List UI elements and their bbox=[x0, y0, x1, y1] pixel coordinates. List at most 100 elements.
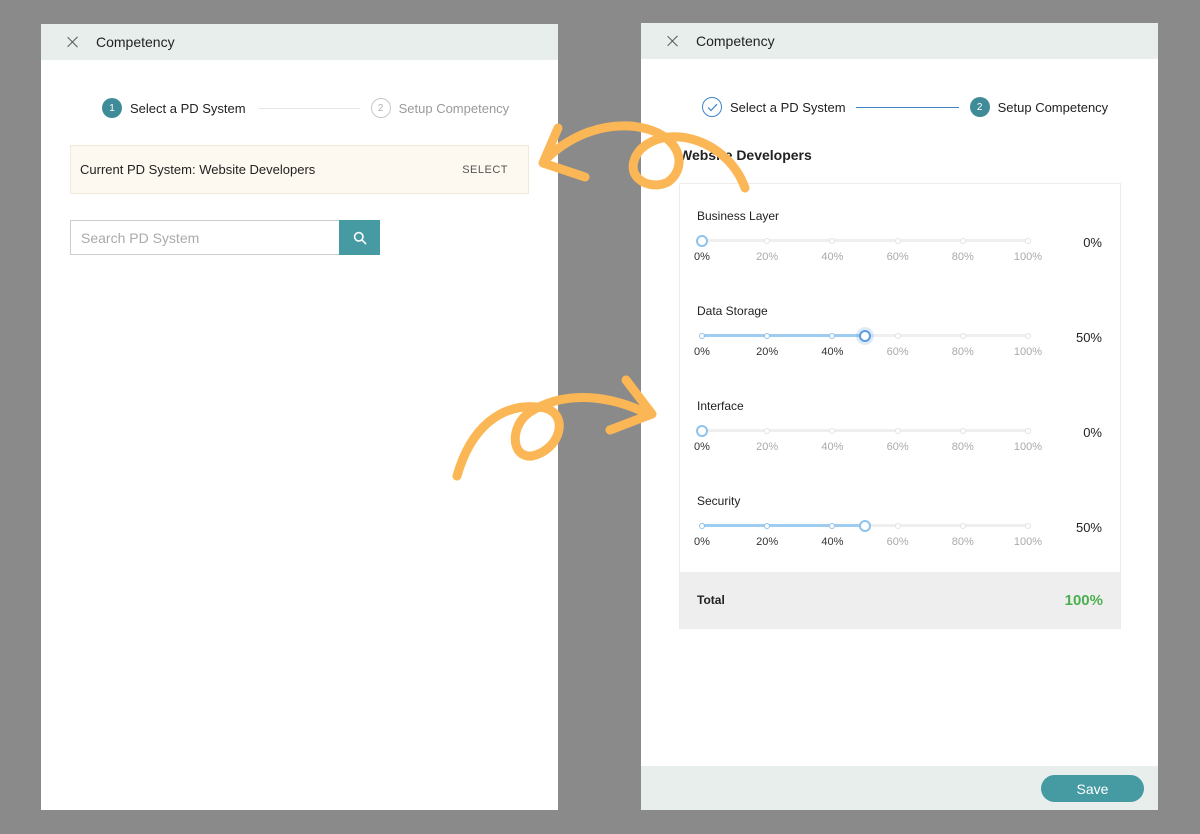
step-label: Select a PD System bbox=[730, 99, 846, 115]
slider-mark-dot bbox=[764, 237, 771, 244]
slider-track bbox=[702, 334, 865, 337]
search-bar bbox=[70, 220, 380, 255]
save-button[interactable]: Save bbox=[1041, 775, 1144, 802]
slider-tick-label: 100% bbox=[1013, 251, 1043, 263]
slider-mark-dot bbox=[764, 427, 771, 434]
total-label: Total bbox=[697, 593, 725, 607]
slider-tick-label: 20% bbox=[756, 346, 779, 358]
slider-track bbox=[702, 524, 865, 527]
step-setup-competency[interactable]: 2 Setup Competency bbox=[370, 98, 510, 118]
competency-slider[interactable]: 0% 20% 40% 60% 80% 100% bbox=[694, 425, 1042, 453]
competency-slider[interactable]: 0% 20% 40% 60% 80% 100% bbox=[694, 520, 1042, 548]
step-circle bbox=[702, 97, 722, 117]
slider-mark-dot bbox=[1025, 522, 1031, 529]
stepper: Select a PD System 2 Setup Competency bbox=[702, 97, 1108, 117]
competency-slider[interactable]: 0% 20% 40% 60% 80% 100% bbox=[694, 235, 1042, 263]
left-panel: Competency 1 Select a PD System 2 Setup … bbox=[41, 24, 558, 810]
competency-card: Business Layer 0% 20% 40% 60% 80% 100% 0% Data S… bbox=[679, 183, 1121, 629]
slider-tick-label: 40% bbox=[821, 251, 844, 263]
search-input[interactable] bbox=[70, 220, 339, 255]
slider-handle[interactable] bbox=[859, 520, 871, 532]
competency-row: Data Storage 0% 20% 40% 60% 80% 100% 50% bbox=[680, 279, 1120, 374]
slider-mark-dot bbox=[829, 332, 836, 339]
step-number: 2 bbox=[969, 97, 990, 117]
slider-mark-dot bbox=[699, 522, 705, 529]
slider-tick-label: 40% bbox=[821, 346, 844, 358]
competency-value: 0% bbox=[1083, 235, 1102, 250]
slider-tick-label: 20% bbox=[756, 441, 779, 453]
stepper: 1 Select a PD System 2 Setup Competency bbox=[102, 98, 509, 118]
step-label: Setup Competency bbox=[997, 99, 1109, 115]
close-icon[interactable] bbox=[65, 34, 81, 50]
header: Competency bbox=[41, 24, 558, 60]
slider-tick-label: 0% bbox=[694, 251, 710, 263]
total-value: 100% bbox=[1064, 592, 1103, 609]
search-button[interactable] bbox=[339, 220, 380, 255]
slider-mark-dot bbox=[1025, 332, 1031, 339]
slider-mark-dot bbox=[959, 332, 966, 339]
competency-row: Business Layer 0% 20% 40% 60% 80% 100% 0% bbox=[680, 184, 1120, 279]
total-row: Total 100% bbox=[680, 572, 1120, 628]
slider-mark-dot bbox=[894, 427, 901, 434]
step-number: 1 bbox=[102, 98, 122, 118]
current-pd-system-box: Current PD System: Website Developers SE… bbox=[70, 145, 529, 194]
slider-tick-label: 40% bbox=[821, 536, 844, 548]
slider-mark-dot bbox=[894, 522, 901, 529]
competency-value: 50% bbox=[1075, 520, 1102, 535]
slider-tick-label: 80% bbox=[951, 251, 974, 263]
slider-mark-dot bbox=[829, 237, 836, 244]
slider-tick-label: 100% bbox=[1013, 346, 1043, 358]
check-icon bbox=[707, 103, 717, 111]
slider-rail bbox=[702, 239, 1028, 242]
footer: Save bbox=[641, 766, 1158, 810]
slider-tick-label: 60% bbox=[886, 251, 909, 263]
step-label: Setup Competency bbox=[398, 100, 510, 116]
competency-value: 0% bbox=[1083, 425, 1102, 440]
slider-mark-dot bbox=[764, 332, 771, 339]
step-number: 2 bbox=[370, 98, 391, 118]
step-connector bbox=[257, 107, 360, 109]
slider-tick-label: 0% bbox=[694, 536, 710, 548]
slider-tick-label: 40% bbox=[821, 441, 844, 453]
step-setup-competency[interactable]: 2 Setup Competency bbox=[969, 97, 1109, 117]
slider-tick-label: 80% bbox=[951, 536, 974, 548]
slider-tick-label: 60% bbox=[886, 346, 909, 358]
close-icon[interactable] bbox=[665, 33, 681, 49]
slider-mark-dot bbox=[894, 237, 901, 244]
step-select-pd-system[interactable]: Select a PD System bbox=[702, 97, 846, 117]
slider-tick-label: 20% bbox=[756, 251, 779, 263]
step-select-pd-system[interactable]: 1 Select a PD System bbox=[102, 98, 246, 118]
slider-mark-dot bbox=[959, 522, 966, 529]
slider-mark-dot bbox=[959, 427, 966, 434]
competency-label: Data Storage bbox=[697, 304, 768, 318]
competency-row: Security 0% 20% 40% 60% 80% 100% 50% bbox=[680, 469, 1120, 564]
slider-tick-label: 60% bbox=[886, 441, 909, 453]
competency-value: 50% bbox=[1075, 330, 1102, 345]
slider-handle[interactable] bbox=[696, 425, 708, 437]
slider-tick-label: 0% bbox=[694, 441, 710, 453]
header: Competency bbox=[641, 23, 1158, 59]
competency-slider[interactable]: 0% 20% 40% 60% 80% 100% bbox=[694, 330, 1042, 358]
slider-tick-label: 80% bbox=[951, 441, 974, 453]
slider-mark-dot bbox=[764, 522, 771, 529]
competency-label: Interface bbox=[697, 399, 744, 413]
slider-mark-dot bbox=[894, 332, 901, 339]
header-title: Competency bbox=[96, 34, 175, 50]
slider-mark-dot bbox=[829, 427, 836, 434]
slider-handle[interactable] bbox=[859, 330, 871, 342]
slider-tick-label: 0% bbox=[694, 346, 710, 358]
slider-rail bbox=[702, 429, 1028, 432]
right-panel: Competency Select a PD System 2 Setup Co… bbox=[641, 23, 1158, 810]
slider-mark-dot bbox=[959, 237, 966, 244]
slider-tick-label: 100% bbox=[1013, 536, 1043, 548]
slider-handle[interactable] bbox=[696, 235, 708, 247]
step-label: Select a PD System bbox=[130, 100, 246, 116]
step-connector bbox=[855, 106, 959, 108]
competency-label: Security bbox=[697, 494, 741, 508]
slider-tick-label: 80% bbox=[951, 346, 974, 358]
select-button[interactable]: SELECT bbox=[462, 164, 508, 176]
competency-label: Business Layer bbox=[697, 209, 780, 223]
slider-tick-label: 100% bbox=[1013, 441, 1043, 453]
competency-row: Interface 0% 20% 40% 60% 80% 100% 0% bbox=[680, 374, 1120, 469]
search-icon bbox=[353, 231, 366, 244]
